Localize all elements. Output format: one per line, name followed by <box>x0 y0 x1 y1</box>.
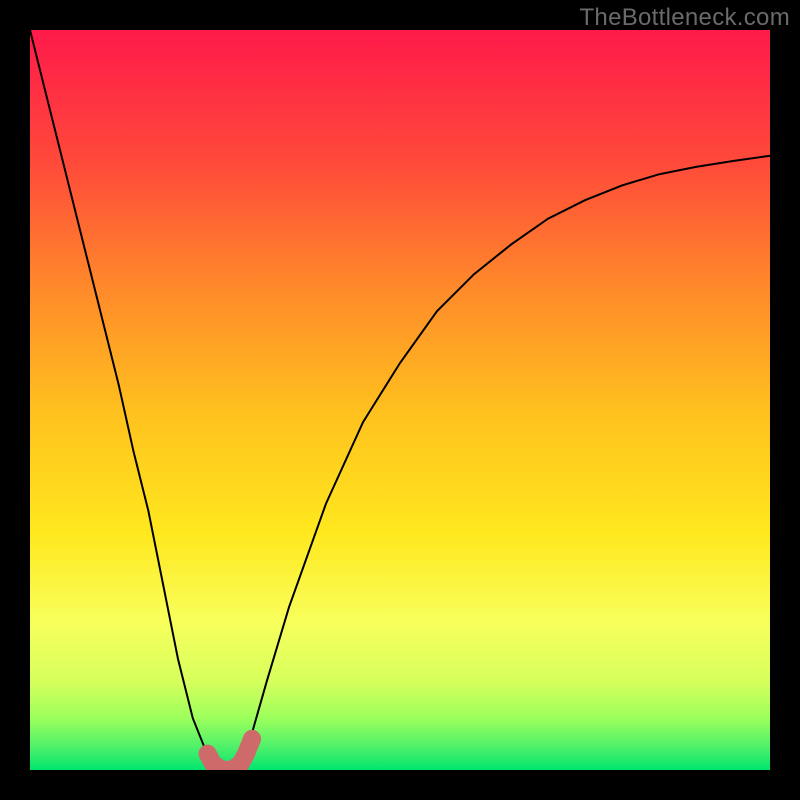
gradient-background <box>30 30 770 770</box>
marker-dot <box>243 730 261 748</box>
chart-canvas <box>30 30 770 770</box>
chart-frame: TheBottleneck.com <box>0 0 800 800</box>
watermark-text: TheBottleneck.com <box>579 4 790 32</box>
marker-dot <box>199 745 217 763</box>
